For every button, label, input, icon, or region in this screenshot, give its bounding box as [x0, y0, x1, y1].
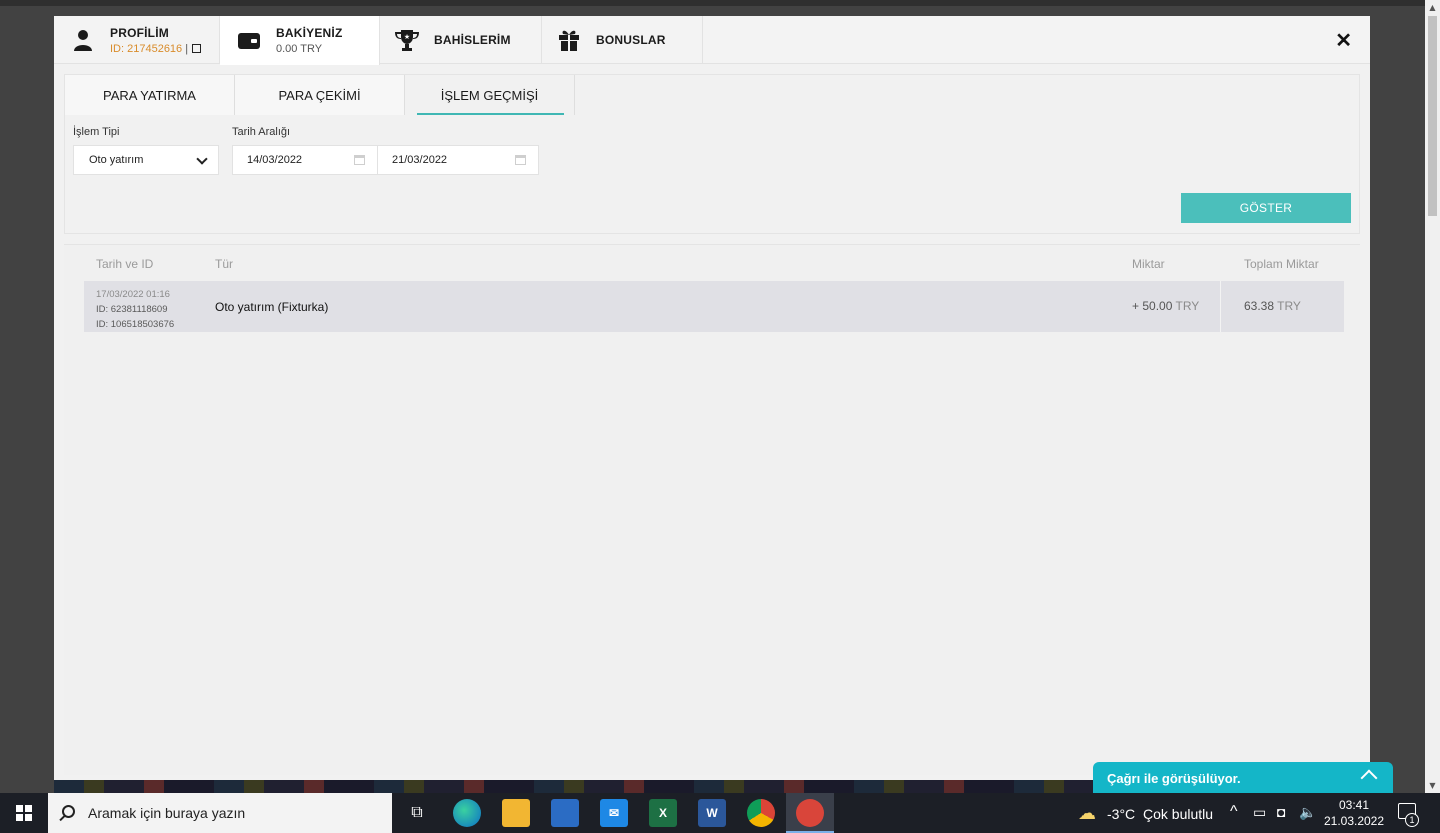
top-nav: PROFİLİM ID: 217452616 | BAKİYENİZ 0.00 … [54, 16, 1370, 65]
word-icon[interactable]: W [698, 799, 726, 827]
task-view-icon[interactable]: ⧉ [403, 799, 431, 827]
chevron-up-icon[interactable] [1360, 769, 1378, 787]
tab-withdraw[interactable]: PARA ÇEKİMİ [235, 75, 405, 115]
row-amount: + 50.00 TRY [1132, 299, 1199, 313]
trophy-icon: ★ [394, 27, 420, 53]
date-to-input[interactable]: 21/03/2022 [377, 145, 539, 175]
svg-text:★: ★ [404, 33, 410, 41]
row-amount-value: + 50.00 [1132, 299, 1173, 313]
date-range-label: Tarih Aralığı [232, 126, 291, 138]
row-divider [1220, 281, 1221, 332]
row-meta: 17/03/2022 01:16 ID: 62381118609 ID: 106… [96, 287, 174, 332]
bets-title: BAHİSLERİM [434, 33, 511, 47]
tab-history[interactable]: İŞLEM GEÇMİŞİ [405, 75, 575, 115]
show-button[interactable]: GÖSTER [1181, 193, 1351, 223]
nav-profile[interactable]: PROFİLİM ID: 217452616 | [54, 16, 220, 64]
taskbar-search[interactable]: Aramak için buraya yazın [48, 793, 392, 833]
scroll-thumb[interactable] [1428, 16, 1437, 216]
calendar-icon[interactable] [354, 155, 365, 165]
account-modal: PROFİLİM ID: 217452616 | BAKİYENİZ 0.00 … [54, 16, 1370, 780]
camera-icon[interactable]: ◘ [1277, 804, 1285, 820]
profile-id-separator: | [185, 42, 189, 55]
row-amount-currency: TRY [1175, 299, 1200, 313]
tray-chevron-up-icon[interactable]: ^ [1230, 803, 1238, 821]
row-id-1: ID: 62381118609 [96, 304, 168, 315]
date-from-input[interactable]: 14/03/2022 [232, 145, 378, 175]
profile-title: PROFİLİM [110, 25, 169, 40]
start-button[interactable] [0, 793, 48, 833]
network-icon[interactable]: ▭ [1253, 804, 1266, 821]
chat-widget[interactable]: Çağrı ile görüşülüyor. [1093, 762, 1393, 795]
file-explorer-icon[interactable] [502, 799, 530, 827]
header-amount: Miktar [1132, 257, 1165, 271]
header-type: Tür [215, 257, 233, 271]
edge-icon[interactable] [453, 799, 481, 827]
store-icon[interactable] [551, 799, 579, 827]
excel-icon[interactable]: X [649, 799, 677, 827]
balance-value: 0.00 TRY [276, 43, 323, 55]
bonuses-title: BONUSLAR [596, 33, 666, 47]
windows-icon [16, 805, 32, 821]
sub-tabs: PARA YATIRMA PARA ÇEKİMİ İŞLEM GEÇMİŞİ [65, 75, 575, 115]
chrome-icon[interactable] [747, 799, 775, 827]
row-type: Oto yatırım (Fixturka) [215, 300, 329, 314]
weather-temp[interactable]: -3°C [1107, 806, 1135, 822]
clock-date: 21.03.2022 [1323, 814, 1385, 828]
header-total: Toplam Miktar [1244, 257, 1319, 271]
nav-balance[interactable]: BAKİYENİZ 0.00 TRY [220, 16, 380, 65]
nav-bets[interactable]: ★ BAHİSLERİM [380, 16, 542, 64]
backdrop-bottom-image [54, 780, 1094, 793]
gift-icon [556, 27, 582, 53]
backdrop-top-strip [0, 0, 1425, 6]
type-select[interactable]: Oto yatırım [73, 145, 219, 175]
table-row[interactable]: 17/03/2022 01:16 ID: 62381118609 ID: 106… [84, 281, 1344, 332]
user-icon [70, 27, 96, 53]
date-from-value: 14/03/2022 [247, 154, 303, 166]
close-icon[interactable]: ✕ [1335, 28, 1352, 53]
row-total: 63.38 TRY [1244, 299, 1301, 313]
calendar-icon[interactable] [515, 155, 526, 165]
search-placeholder: Aramak için buraya yazın [88, 805, 246, 821]
clock[interactable]: 03:41 21.03.2022 [1322, 797, 1386, 829]
chat-label: Çağrı ile görüşülüyor. [1107, 771, 1241, 786]
search-icon [62, 805, 75, 818]
wallet-icon [236, 28, 262, 54]
date-to-value: 21/03/2022 [392, 154, 448, 166]
balance-title: BAKİYENİZ [276, 26, 343, 40]
row-total-currency: TRY [1277, 299, 1301, 313]
mail-icon[interactable]: ✉ [600, 799, 628, 827]
nav-bonuses[interactable]: BONUSLAR [542, 16, 703, 64]
results-panel: Tarih ve ID Tür Miktar Toplam Miktar 17/… [64, 244, 1360, 775]
taskbar: Aramak için buraya yazın ⧉ ✉ X W ☁ -3°C … [0, 793, 1440, 833]
type-label: İşlem Tipi [73, 126, 120, 138]
scroll-up-arrow-icon[interactable]: ▲ [1425, 0, 1440, 15]
chevron-down-icon [196, 153, 208, 165]
weather-icon[interactable]: ☁ [1074, 799, 1100, 827]
page-scrollbar[interactable]: ▲ ▼ [1425, 0, 1440, 793]
volume-icon[interactable]: 🔈 [1299, 804, 1316, 821]
tab-deposit[interactable]: PARA YATIRMA [65, 75, 235, 115]
row-datetime: 17/03/2022 01:16 [96, 289, 170, 300]
row-id-2: ID: 106518503676 [96, 319, 175, 330]
header-date-id: Tarih ve ID [96, 257, 154, 271]
row-total-value: 63.38 [1244, 299, 1275, 313]
scroll-down-arrow-icon[interactable]: ▼ [1425, 778, 1440, 793]
clock-time: 03:41 [1338, 798, 1370, 812]
weather-desc[interactable]: Çok bulutlu [1143, 806, 1213, 822]
filter-panel: PARA YATIRMA PARA ÇEKİMİ İŞLEM GEÇMİŞİ İ… [64, 74, 1360, 234]
profile-id: ID: 217452616 [110, 42, 183, 55]
app-icon[interactable] [796, 799, 824, 827]
type-select-value: Oto yatırım [89, 154, 144, 166]
notification-badge: 1 [1405, 813, 1419, 827]
copy-icon[interactable] [192, 43, 202, 53]
